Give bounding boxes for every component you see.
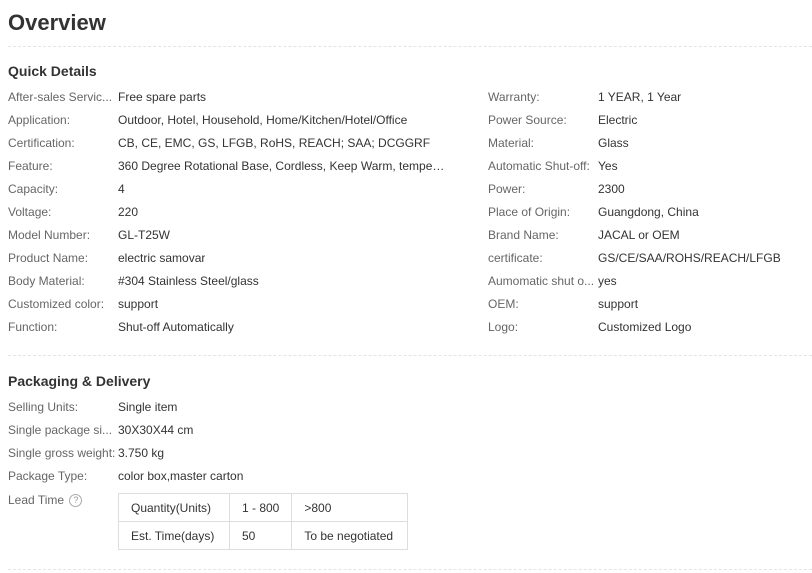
detail-row-right-5: Place of Origin: Guangdong, China [488,202,812,222]
detail-label: Power Source: [488,113,567,127]
detail-value: support [118,297,159,311]
detail-value: 1 YEAR, 1 Year [598,90,682,104]
detail-row-right-7: certificate: GS/CE/SAA/ROHS/REACH/LFGB [488,248,812,268]
detail-label: Voltage: [8,205,52,219]
lead-time-table: Quantity(Units) 1 - 800 >800 Est. Time(days… [118,493,409,550]
lead-time-cell: Quantity(Units) [118,493,230,522]
detail-row-right-0: Warranty: 1 YEAR, 1 Year [488,87,812,107]
detail-label: Certification: [8,136,75,150]
detail-label: Aumomatic shut o... [488,274,595,288]
page-title: Overview [8,10,106,35]
detail-label: Application: [8,113,71,127]
detail-label: Warranty: [488,90,540,104]
detail-row-pack-2: Single gross weight: 3.750 kg [8,443,448,463]
detail-value: Glass [598,136,629,150]
detail-value: Outdoor, Hotel, Household, Home/Kitchen/… [118,113,408,127]
detail-row-right-9: OEM: support [488,294,812,314]
detail-label: Material: [488,136,535,150]
detail-label: Single package si... [8,423,113,437]
packaging-delivery-heading: Packaging & Delivery [8,373,151,389]
detail-value: 30X30X44 cm [118,423,194,437]
lead-time-cell: To be negotiated [291,521,409,550]
lead-time-row: Lead Time ? [8,490,118,510]
detail-label: Place of Origin: [488,205,571,219]
detail-value: Electric [598,113,638,127]
detail-value: Yes [598,159,618,173]
lead-time-cell: 50 [228,521,293,550]
detail-row-left-4: Capacity: 4 [8,179,448,199]
detail-label: After-sales Servic... [8,90,113,104]
detail-value: Customized Logo [598,320,692,334]
detail-value: 4 [118,182,125,196]
detail-row-right-2: Material: Glass [488,133,812,153]
detail-value: 360 Degree Rotational Base, Cordless, Ke… [118,159,448,173]
detail-row-left-0: After-sales Servic... Free spare parts [8,87,448,107]
detail-label: Power: [488,182,526,196]
detail-value: color box,master carton [118,469,244,483]
section-divider [8,46,812,47]
detail-value: 2300 [598,182,625,196]
lead-time-table-row: Est. Time(days) 50 To be negotiated [118,521,409,550]
detail-value: support [598,297,639,311]
detail-row-pack-1: Single package si... 30X30X44 cm [8,420,448,440]
detail-row-left-5: Voltage: 220 [8,202,448,222]
lead-time-cell: 1 - 800 [228,493,293,522]
detail-value: JACAL or OEM [598,228,680,242]
detail-value: CB, CE, EMC, GS, LFGB, RoHS, REACH; SAA;… [118,136,431,150]
detail-label: certificate: [488,251,543,265]
detail-value: GL-T25W [118,228,171,242]
detail-row-left-8: Body Material: #304 Stainless Steel/glass [8,271,448,291]
detail-value: Single item [118,400,178,414]
detail-row-right-8: Aumomatic shut o... yes [488,271,812,291]
detail-value: 3.750 kg [118,446,165,460]
section-divider [8,569,812,570]
detail-value: #304 Stainless Steel/glass [118,274,259,288]
quick-details-heading: Quick Details [8,63,97,79]
detail-row-right-4: Power: 2300 [488,179,812,199]
detail-row-right-1: Power Source: Electric [488,110,812,130]
detail-value: Free spare parts [118,90,207,104]
detail-row-left-1: Application: Outdoor, Hotel, Household, H… [8,110,448,130]
lead-time-cell: >800 [291,493,409,522]
detail-label: Product Name: [8,251,89,265]
detail-value: 220 [118,205,139,219]
detail-label: Logo: [488,320,519,334]
detail-label: Feature: [8,159,53,173]
detail-value: GS/CE/SAA/ROHS/REACH/LFGB [598,251,781,265]
detail-row-right-6: Brand Name: JACAL or OEM [488,225,812,245]
detail-row-pack-3: Package Type: color box,master carton [8,466,448,486]
detail-label: Automatic Shut-off: [488,159,590,173]
detail-label: Function: [8,320,58,334]
section-divider [8,355,812,356]
detail-label: Model Number: [8,228,91,242]
detail-label: Capacity: [8,182,59,196]
detail-row-left-9: Customized color: support [8,294,448,314]
detail-value: electric samovar [118,251,206,265]
question-circle-icon[interactable]: ? [69,494,83,508]
detail-label: Single gross weight: [8,446,116,460]
detail-row-left-10: Function: Shut-off Automatically [8,317,448,337]
lead-time-table-row: Quantity(Units) 1 - 800 >800 [118,493,409,522]
detail-row-right-10: Logo: Customized Logo [488,317,812,337]
detail-row-right-3: Automatic Shut-off: Yes [488,156,812,176]
detail-row-left-7: Product Name: electric samovar [8,248,448,268]
detail-label: Body Material: [8,274,85,288]
detail-label: OEM: [488,297,519,311]
lead-time-cell: Est. Time(days) [118,521,230,550]
lead-time-label: Lead Time [8,493,65,507]
detail-value: yes [598,274,617,288]
detail-value: Guangdong, China [598,205,699,219]
detail-row-left-6: Model Number: GL-T25W [8,225,448,245]
detail-row-pack-0: Selling Units: Single item [8,397,448,417]
detail-value: Shut-off Automatically [118,320,234,334]
detail-row-left-2: Certification: CB, CE, EMC, GS, LFGB, RoH… [8,133,448,153]
detail-label: Package Type: [8,469,88,483]
detail-row-left-3: Feature: 360 Degree Rotational Base, Cord… [8,156,448,176]
detail-label: Selling Units: [8,400,79,414]
detail-label: Brand Name: [488,228,559,242]
detail-label: Customized color: [8,297,105,311]
